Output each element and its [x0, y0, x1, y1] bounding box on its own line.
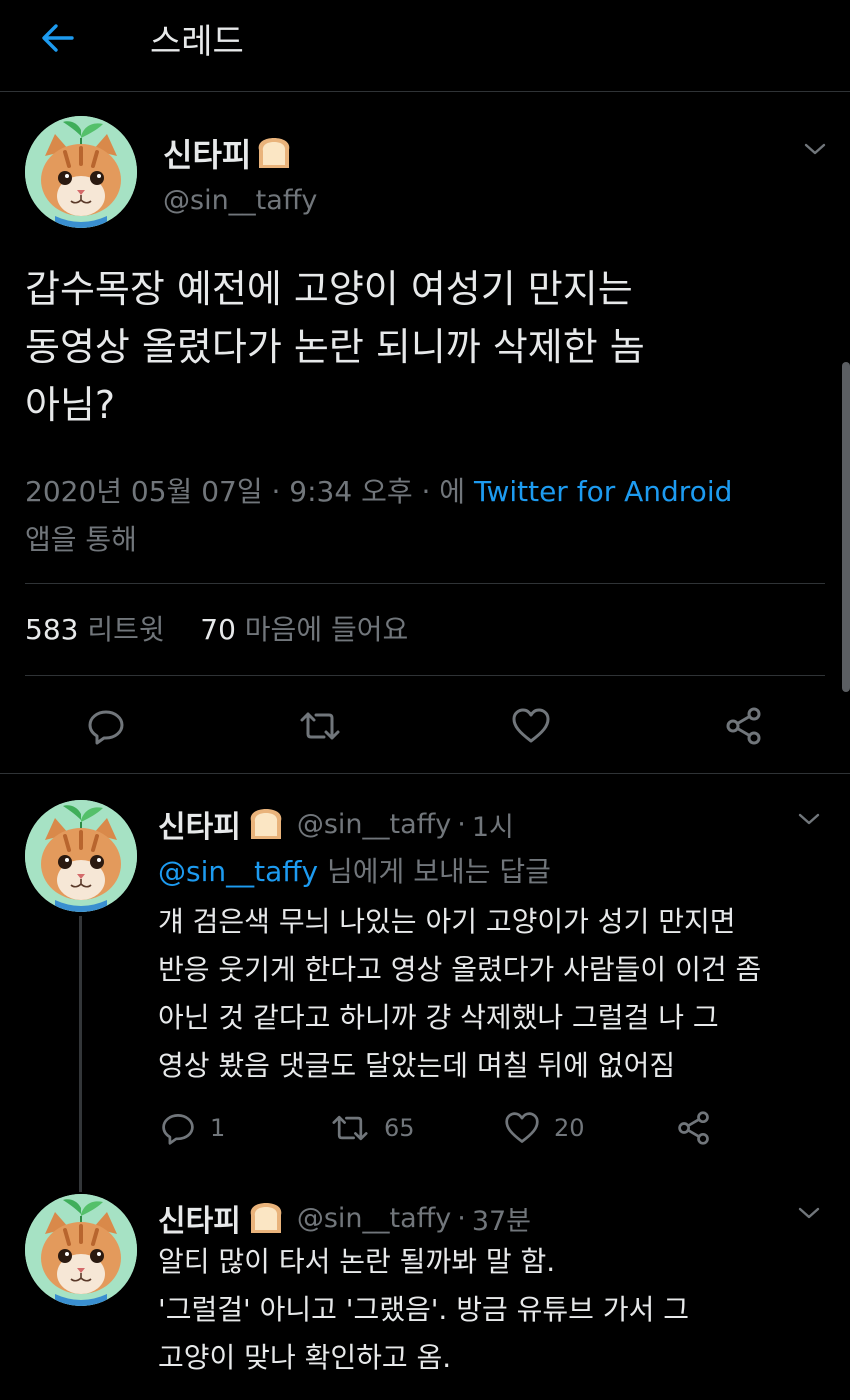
likes-stat[interactable]: 70 마음에 들어요 — [200, 613, 408, 646]
reply-count: 1 — [210, 1114, 226, 1142]
like-button[interactable]: 20 — [504, 1110, 585, 1146]
retweet-count: 65 — [384, 1114, 415, 1142]
retweet-button[interactable] — [298, 706, 342, 746]
retweet-icon — [330, 1110, 370, 1146]
retweet-button[interactable]: 65 — [330, 1110, 415, 1146]
heart-icon — [511, 706, 551, 746]
cat-avatar-image — [25, 1194, 137, 1306]
reply-header: 신타피 @sin__taffy · 1시 — [158, 802, 514, 846]
tweet-meta: 2020년 05월 07일 · 9:34 오후 · 에 Twitter for … — [25, 468, 815, 564]
tweet-timestamp: 2020년 05월 07일 · 9:34 오후 · 에 — [25, 475, 474, 508]
display-name[interactable]: 신타피 — [158, 1196, 241, 1240]
likes-count: 70 — [200, 613, 236, 646]
source-suffix: 앱을 통해 — [25, 523, 137, 556]
arrow-left-icon — [42, 24, 74, 52]
scrollbar[interactable] — [842, 362, 850, 692]
divider — [25, 583, 825, 584]
reply-text-line: 걔 검은색 무늬 나있는 아기 고양이가 성기 만지면 — [158, 905, 736, 938]
reply-timestamp[interactable]: 37분 — [472, 1199, 531, 1238]
reply-text: 알티 많이 타서 논란 될까봐 말 함. '그럴걸' 아니고 '그랬음'. 방금… — [158, 1238, 828, 1382]
cat-avatar-image — [25, 116, 137, 228]
retweet-icon — [298, 706, 342, 746]
reply-text-line: 아닌 것 같다고 하니까 걍 삭제했나 그럴걸 나 그 — [158, 1001, 719, 1034]
like-button[interactable] — [511, 706, 551, 746]
reply-icon — [86, 706, 126, 746]
tweet-actions — [0, 700, 850, 754]
reply-text-line: 알티 많이 타서 논란 될까봐 말 함. — [158, 1245, 556, 1278]
tweet-text-line: 아님? — [25, 383, 116, 427]
reply-header: 신타피 @sin__taffy · 37분 — [158, 1196, 531, 1240]
back-button[interactable] — [36, 16, 80, 60]
reply-icon — [160, 1110, 196, 1146]
divider — [0, 773, 850, 774]
replying-to: @sin__taffy 님에게 보내는 답글 — [158, 850, 551, 890]
reply-to-handle-link[interactable]: @sin__taffy — [158, 855, 318, 888]
chevron-down-icon[interactable] — [794, 804, 824, 834]
like-count: 20 — [554, 1114, 585, 1142]
reply-button[interactable] — [86, 706, 126, 746]
bread-icon — [255, 136, 293, 170]
tweet-text: 갑수목장 예전에 고양이 여성기 만지는 동영상 올렸다가 논란 되니까 삭제한… — [25, 260, 805, 434]
display-name[interactable]: 신타피 — [158, 802, 241, 846]
share-button[interactable] — [676, 1110, 712, 1146]
share-icon — [676, 1110, 712, 1146]
likes-label: 마음에 들어요 — [244, 613, 409, 646]
display-name: 신타피 — [163, 136, 252, 174]
retweets-label: 리트윗 — [87, 613, 165, 646]
separator-dot: · — [457, 1202, 466, 1234]
top-bar: 스레드 — [0, 0, 850, 92]
divider — [25, 675, 825, 676]
heart-icon — [504, 1110, 540, 1146]
retweets-count: 583 — [25, 613, 79, 646]
avatar[interactable] — [25, 800, 137, 912]
chevron-down-icon[interactable] — [800, 134, 830, 164]
avatar[interactable] — [25, 1194, 137, 1306]
cat-avatar-image — [25, 800, 137, 912]
reply-timestamp[interactable]: 1시 — [472, 805, 514, 844]
share-button[interactable] — [724, 706, 764, 746]
author-handle[interactable]: @sin__taffy — [163, 185, 317, 216]
source-app-link[interactable]: Twitter for Android — [474, 475, 732, 508]
chevron-down-icon[interactable] — [794, 1198, 824, 1228]
bread-icon — [247, 1201, 285, 1235]
avatar[interactable] — [25, 116, 137, 228]
reply-button[interactable]: 1 — [160, 1110, 225, 1146]
retweets-stat[interactable]: 583 리트윗 — [25, 613, 165, 646]
author-handle[interactable]: @sin__taffy — [297, 1203, 451, 1234]
tweet-stats: 583 리트윗 70 마음에 들어요 — [25, 608, 408, 648]
thread-connector — [79, 916, 82, 1192]
page-title: 스레드 — [150, 22, 244, 62]
author-handle[interactable]: @sin__taffy — [297, 809, 451, 840]
reply-to-suffix: 님에게 보내는 답글 — [318, 855, 551, 888]
share-icon — [724, 706, 764, 746]
separator-dot: · — [457, 808, 466, 840]
bread-icon — [247, 807, 285, 841]
reply-text-line: '그럴걸' 아니고 '그랬음'. 방금 유튜브 가서 그 — [158, 1293, 690, 1326]
tweet-text-line: 갑수목장 예전에 고양이 여성기 만지는 — [25, 267, 633, 311]
reply-text-line: 고양이 맞나 확인하고 옴. — [158, 1341, 452, 1374]
reply-text: 걔 검은색 무늬 나있는 아기 고양이가 성기 만지면 반응 웃기게 한다고 영… — [158, 898, 828, 1090]
author-name[interactable]: 신타피 — [163, 130, 293, 176]
reply-text-line: 반응 웃기게 한다고 영상 올렸다가 사람들이 이건 좀 — [158, 953, 762, 986]
reply-text-line: 영상 봤음 댓글도 달았는데 며칠 뒤에 없어짐 — [158, 1049, 676, 1082]
tweet-text-line: 동영상 올렸다가 논란 되니까 삭제한 놈 — [25, 325, 645, 369]
